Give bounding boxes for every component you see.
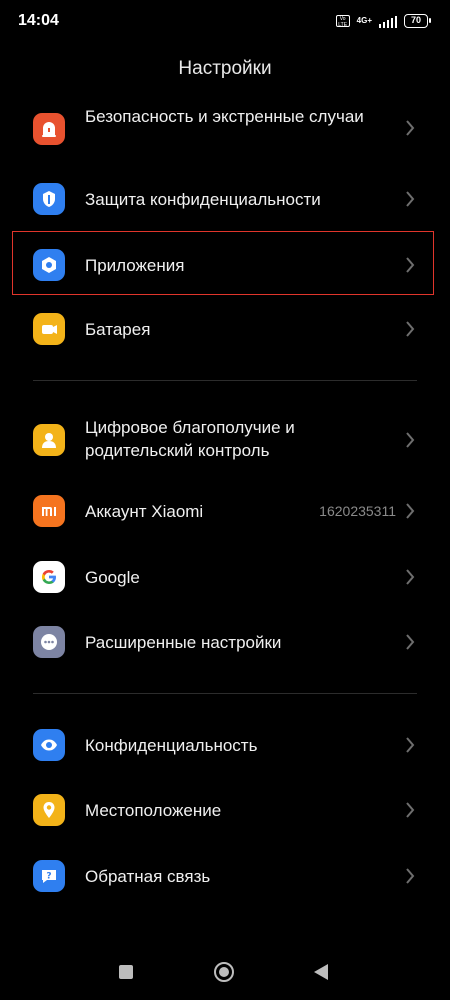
chevron-right-icon [406, 120, 415, 136]
settings-item-label: Конфиденциальность [85, 736, 258, 755]
account-id-value: 1620235311 [319, 503, 396, 519]
settings-item-label: Google [85, 568, 140, 587]
settings-item-feedback[interactable]: ? Обратная связь [0, 846, 450, 906]
settings-item-label: Обратная связь [85, 867, 211, 886]
google-g-icon [33, 561, 65, 593]
location-pin-icon [33, 794, 65, 826]
settings-item-label: Местоположение [85, 801, 222, 820]
network-type: 4G+ [356, 16, 372, 25]
chevron-right-icon [406, 432, 415, 448]
parental-user-icon [33, 424, 65, 456]
svg-text:?: ? [46, 872, 51, 882]
settings-item-xiaomi-account[interactable]: Аккаунт Xiaomi 1620235311 [0, 481, 450, 541]
settings-item-digital-wellbeing[interactable]: Цифровое благополучие и родительский кон… [0, 408, 450, 472]
chevron-right-icon [406, 569, 415, 585]
chevron-right-icon [406, 737, 415, 753]
section-divider [33, 693, 417, 694]
battery-icon [33, 313, 65, 345]
chevron-right-icon [406, 191, 415, 207]
settings-item-location[interactable]: Местоположение [0, 780, 450, 840]
navigation-bar [0, 945, 450, 1000]
status-time: 14:04 [18, 12, 59, 29]
chevron-right-icon [406, 503, 415, 519]
volte-icon: Vo LTE [335, 15, 350, 27]
settings-item-label: Безопасность и экстренные случаи [85, 107, 364, 126]
more-dots-icon [33, 626, 65, 658]
mi-logo-icon [33, 495, 65, 527]
page-title: Настройки [178, 58, 272, 79]
emergency-siren-icon [33, 113, 65, 145]
settings-item-apps[interactable]: Приложения [0, 233, 450, 293]
settings-item-advanced[interactable]: Расширенные настройки [0, 612, 450, 672]
battery-status-icon: 70 [404, 14, 431, 28]
chevron-right-icon [406, 868, 415, 884]
settings-item-label: Защита конфиденциальности [85, 190, 321, 209]
settings-item-privacy-protection[interactable]: Защита конфиденциальности [0, 169, 450, 229]
home-button[interactable] [214, 962, 234, 982]
section-divider [33, 380, 417, 381]
settings-item-battery[interactable]: Батарея [0, 299, 450, 359]
question-bubble-icon: ? [33, 860, 65, 892]
settings-item-label: Расширенные настройки [85, 633, 282, 652]
chevron-right-icon [406, 634, 415, 650]
hexagon-gear-icon [33, 249, 65, 281]
recents-button[interactable] [119, 965, 133, 979]
settings-item-google[interactable]: Google [0, 547, 450, 607]
settings-item-label: Батарея [85, 320, 151, 339]
back-button[interactable] [314, 964, 328, 980]
status-bar: 14:04 Vo LTE 4G+ 70 [0, 0, 450, 44]
chevron-right-icon [406, 257, 415, 273]
settings-item-privacy[interactable]: Конфиденциальность [0, 715, 450, 775]
eye-icon [33, 729, 65, 761]
settings-item-security[interactable]: Безопасность и экстренные случаи [0, 97, 450, 161]
chevron-right-icon [406, 321, 415, 337]
chevron-right-icon [406, 802, 415, 818]
settings-item-label: Цифровое благополучие и родительский кон… [85, 418, 295, 460]
settings-item-label: Приложения [85, 256, 185, 275]
shield-icon [33, 183, 65, 215]
signal-strength-icon [379, 15, 397, 28]
status-icons: Vo LTE 4G+ 70 [335, 12, 431, 30]
